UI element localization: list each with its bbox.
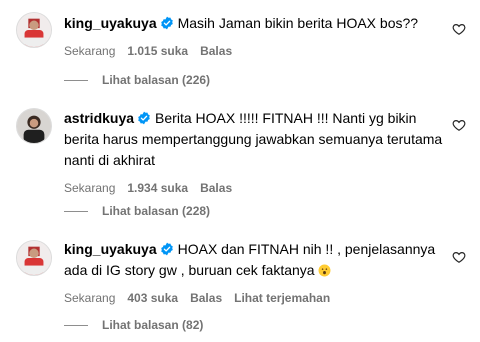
replies-divider bbox=[64, 79, 88, 81]
comment-text: king_uyakuya Masih Jaman bikin berita HOA… bbox=[64, 13, 444, 34]
view-replies-button[interactable]: Lihat balasan (82) bbox=[64, 318, 203, 332]
replies-divider bbox=[64, 324, 88, 326]
comment-body: Masih Jaman bikin berita HOAX bos?? bbox=[177, 15, 419, 31]
replies-divider bbox=[64, 210, 88, 212]
heart-icon[interactable] bbox=[452, 250, 466, 264]
reply-button[interactable]: Balas bbox=[200, 44, 232, 58]
comment-text: king_uyakuya HOAX dan FITNAH nih !! , pen… bbox=[64, 239, 444, 281]
comment-username[interactable]: astridkuya bbox=[64, 110, 134, 126]
comment-text: astridkuya Berita HOAX !!!!! FITNAH !!! N… bbox=[64, 108, 444, 171]
avatar[interactable] bbox=[16, 108, 52, 144]
comment-time: Sekarang bbox=[64, 44, 116, 58]
verified-badge-icon bbox=[160, 16, 173, 30]
view-replies-button[interactable]: Lihat balasan (226) bbox=[64, 73, 210, 87]
verified-badge-icon bbox=[160, 242, 173, 256]
comment-meta: Sekarang 403 suka Balas Lihat terjemahan bbox=[64, 291, 444, 305]
view-replies-label: Lihat balasan (226) bbox=[102, 73, 211, 87]
comment-meta: Sekarang 1.015 suka Balas bbox=[64, 44, 444, 58]
view-replies-label: Lihat balasan (228) bbox=[102, 204, 211, 218]
heart-icon[interactable] bbox=[452, 118, 466, 132]
reply-button[interactable]: Balas bbox=[190, 291, 222, 305]
comment-likes[interactable]: 403 suka bbox=[127, 291, 178, 305]
comment-username[interactable]: king_uyakuya bbox=[64, 15, 157, 31]
avatar[interactable] bbox=[16, 240, 52, 276]
comment-username[interactable]: king_uyakuya bbox=[64, 241, 157, 257]
translate-button[interactable]: Lihat terjemahan bbox=[234, 291, 330, 305]
comment-time: Sekarang bbox=[64, 291, 116, 305]
comment-meta: Sekarang 1.934 suka Balas bbox=[64, 181, 444, 195]
surprised-face-emoji bbox=[319, 264, 331, 277]
reply-button[interactable]: Balas bbox=[200, 181, 232, 195]
comment-likes[interactable]: 1.015 suka bbox=[127, 44, 188, 58]
comment-likes[interactable]: 1.934 suka bbox=[127, 181, 188, 195]
comment-time: Sekarang bbox=[64, 181, 116, 195]
avatar[interactable] bbox=[16, 12, 52, 48]
view-replies-label: Lihat balasan (82) bbox=[102, 318, 204, 332]
view-replies-button[interactable]: Lihat balasan (228) bbox=[64, 204, 210, 218]
verified-badge-icon bbox=[138, 111, 150, 125]
heart-icon[interactable] bbox=[452, 22, 466, 36]
